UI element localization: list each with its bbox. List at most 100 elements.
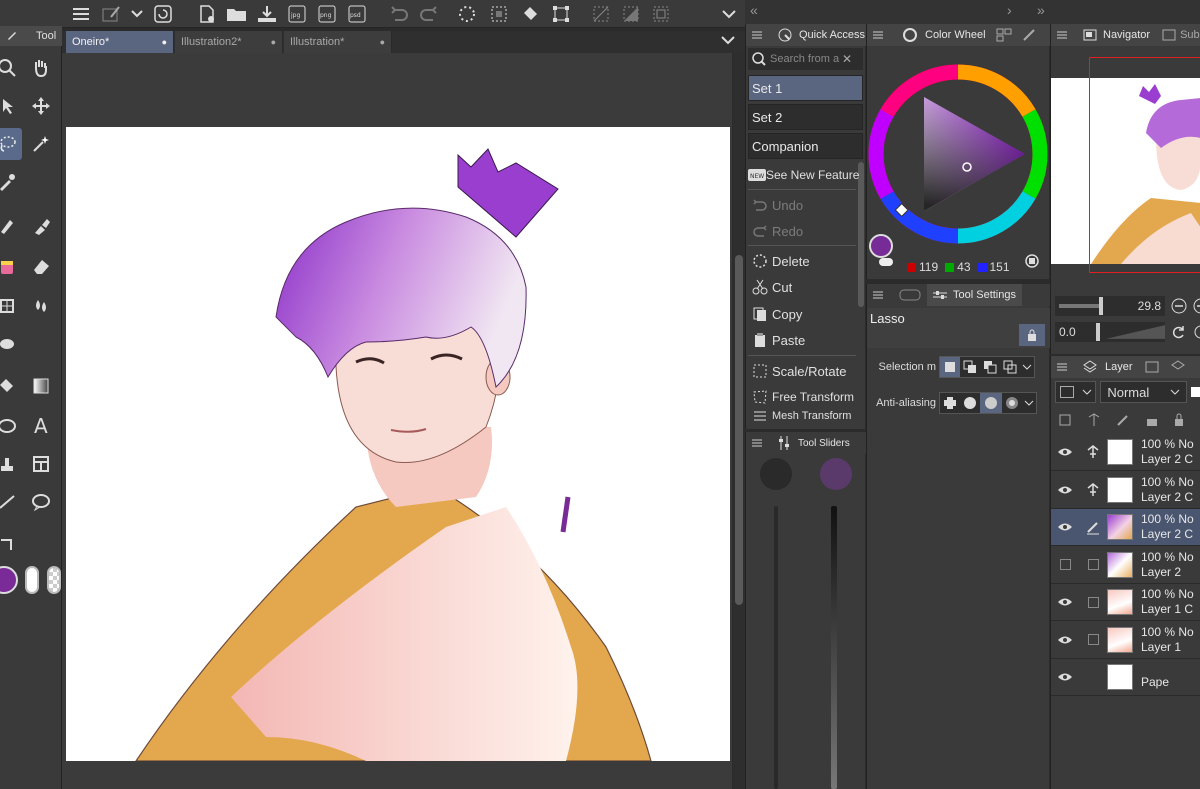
qa-item-new-feature[interactable]: NEW See New Feature: [748, 162, 859, 188]
color-set-icon[interactable]: [996, 28, 1012, 42]
add-selection-icon[interactable]: [960, 360, 980, 374]
fill-icon[interactable]: [518, 2, 544, 26]
layer-property-icon[interactable]: [1145, 361, 1159, 373]
selection-mode-selector[interactable]: [939, 356, 1035, 378]
chevron-down-icon[interactable]: [716, 2, 742, 26]
layer-row[interactable]: 100 % No Layer 2: [1051, 547, 1200, 584]
qa-item-free-transform[interactable]: Free Transform: [748, 384, 856, 410]
reset-rotation-icon[interactable]: [1171, 324, 1187, 340]
chevron-down-icon[interactable]: [1022, 399, 1036, 407]
subtract-selection-icon[interactable]: [980, 360, 1000, 374]
reference-layer-icon[interactable]: [1087, 413, 1101, 427]
reference-layer-icon[interactable]: [1079, 482, 1107, 498]
layer-search-icon[interactable]: [1170, 360, 1185, 374]
eye-icon[interactable]: [1051, 485, 1079, 495]
correct-line-icon[interactable]: [0, 528, 22, 560]
qa-item-redo[interactable]: Redo: [748, 218, 856, 244]
expression-color-selector[interactable]: [1055, 381, 1097, 403]
text-tool-icon[interactable]: A: [26, 410, 56, 442]
visibility-checkbox[interactable]: [1051, 559, 1079, 570]
gradient-tool-icon[interactable]: [26, 370, 56, 402]
qa-item-mesh-transform[interactable]: Mesh Transform: [748, 410, 856, 424]
paint-bucket-icon[interactable]: [0, 370, 22, 402]
transparent-color-swatch[interactable]: [47, 566, 61, 594]
intersect-selection-icon[interactable]: [1000, 360, 1020, 374]
document-tab-illustration2[interactable]: Illustration2* ●: [175, 31, 283, 53]
draft-layer-icon[interactable]: [1116, 413, 1130, 427]
close-dot-icon[interactable]: ●: [162, 37, 167, 47]
document-tab-oneiro[interactable]: Oneiro* ●: [66, 31, 174, 53]
hue-wheel[interactable]: [867, 60, 1050, 248]
panel-menu-icon[interactable]: [750, 438, 764, 448]
save-icon[interactable]: [254, 2, 280, 26]
opacity-icon[interactable]: [1191, 387, 1200, 397]
layer-option-checkbox[interactable]: [1079, 559, 1107, 570]
fill-tool-icon[interactable]: [26, 290, 56, 322]
qa-item-scale-rotate[interactable]: Scale/Rotate: [748, 358, 856, 384]
qa-set-1[interactable]: Set 1: [748, 75, 863, 101]
tool-tab[interactable]: Tool: [0, 26, 62, 46]
menu-icon[interactable]: [68, 2, 94, 26]
layer-row[interactable]: Pape: [1051, 659, 1200, 696]
aa-medium-icon[interactable]: [980, 393, 1002, 413]
sub-view-icon[interactable]: [1162, 29, 1176, 41]
blend-tool-icon[interactable]: [0, 290, 22, 322]
aa-weak-icon[interactable]: [960, 396, 980, 410]
magic-wand-icon[interactable]: [26, 128, 56, 160]
panel-menu-icon[interactable]: [871, 290, 885, 300]
quick-access-header[interactable]: Quick Access: [746, 24, 866, 46]
shape-tool-icon[interactable]: [0, 410, 22, 442]
aa-strong-icon[interactable]: [1002, 396, 1022, 410]
export-jpg-icon[interactable]: jpg: [284, 2, 310, 26]
qa-item-undo[interactable]: Undo: [748, 192, 856, 218]
transform-icon[interactable]: [548, 2, 574, 26]
layer-row[interactable]: 100 % No Layer 2 C: [1051, 472, 1200, 509]
new-file-icon[interactable]: [194, 2, 220, 26]
aa-none-icon[interactable]: [940, 396, 960, 410]
color-history-icon[interactable]: [1022, 28, 1036, 42]
balloon-tool-icon[interactable]: [26, 486, 56, 518]
opacity-slider[interactable]: [831, 506, 837, 789]
sub-view-tab[interactable]: Sub: [1180, 29, 1200, 41]
object-select-icon[interactable]: [0, 90, 22, 122]
layer-option-checkbox[interactable]: [1079, 596, 1107, 608]
clear-icon[interactable]: [454, 2, 480, 26]
layer-row[interactable]: 100 % No Layer 1 C: [1051, 584, 1200, 621]
eye-icon[interactable]: [1051, 635, 1079, 645]
zoom-slider[interactable]: 29.8: [1055, 296, 1165, 316]
main-color-swatch[interactable]: [0, 566, 18, 594]
qa-set-2[interactable]: Set 2: [748, 104, 863, 130]
brush-size-slider[interactable]: [774, 506, 778, 789]
eyedropper-icon[interactable]: [0, 166, 22, 198]
qa-item-delete[interactable]: Delete: [748, 248, 856, 274]
export-psd-icon[interactable]: psd: [344, 2, 370, 26]
qa-set-companion[interactable]: Companion: [748, 133, 863, 159]
pen-tool-icon[interactable]: [0, 210, 22, 242]
lock-icon[interactable]: [1019, 324, 1045, 346]
eraser-tool-icon[interactable]: [26, 250, 56, 282]
pen-icon[interactable]: [1079, 519, 1107, 535]
lasso-tool-icon[interactable]: [0, 128, 22, 160]
redo-icon[interactable]: [416, 2, 442, 26]
drawing-canvas[interactable]: [66, 127, 730, 761]
navigator-header[interactable]: Navigator Sub: [1051, 24, 1200, 46]
selection-border-icon[interactable]: [648, 2, 674, 26]
open-folder-icon[interactable]: [224, 2, 250, 26]
lock-layer-icon[interactable]: [1174, 413, 1184, 427]
deselect-icon[interactable]: [588, 2, 614, 26]
rotate-right-icon[interactable]: [1193, 324, 1200, 340]
decoration-tool-icon[interactable]: [0, 250, 22, 282]
panel-menu-icon[interactable]: [1055, 362, 1069, 372]
bucket-tool-icon[interactable]: [0, 326, 22, 358]
clear-outside-icon[interactable]: [486, 2, 512, 26]
navigator-preview[interactable]: [1051, 52, 1200, 274]
collapse-left-icon[interactable]: «: [750, 2, 758, 18]
layer-row[interactable]: 100 % No Layer 1: [1051, 622, 1200, 659]
chevron-right-icon[interactable]: ›: [1007, 2, 1012, 18]
zoom-out-icon[interactable]: [1171, 298, 1187, 314]
layer-row[interactable]: 100 % No Layer 2 C: [1051, 434, 1200, 471]
chevron-down-icon[interactable]: [124, 2, 150, 26]
panel-menu-icon[interactable]: [871, 30, 885, 40]
collapse-right-icon[interactable]: »: [1037, 2, 1045, 18]
eye-icon[interactable]: [1051, 672, 1079, 682]
